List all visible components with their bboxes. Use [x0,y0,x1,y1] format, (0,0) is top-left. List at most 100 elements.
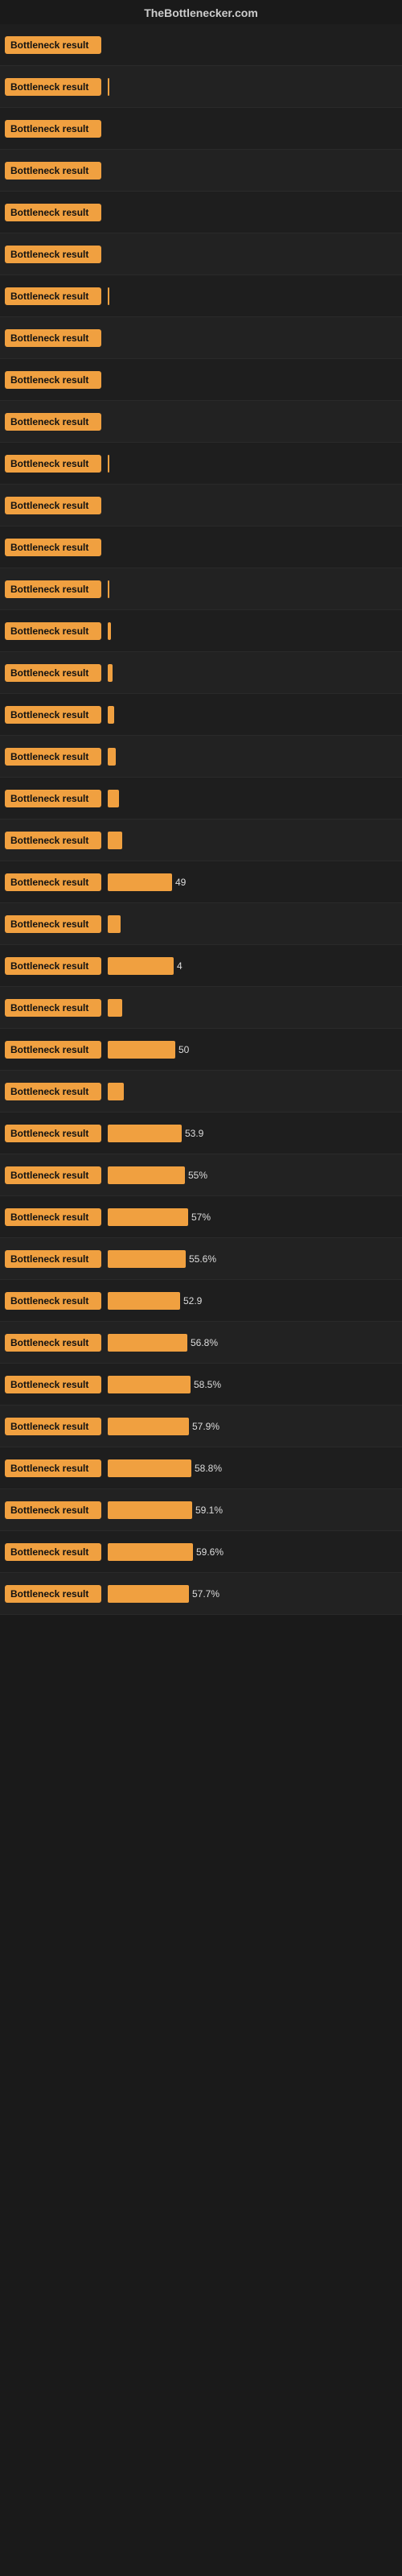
bar-container [108,413,397,431]
table-row: Bottleneck result [0,66,402,108]
bottleneck-label: Bottleneck result [5,915,101,933]
bar-value: 59.6% [196,1546,224,1558]
bar-container [108,371,397,389]
bar-container [108,915,397,933]
table-row: Bottleneck result 59.1% [0,1489,402,1531]
results-list: Bottleneck resultBottleneck resultBottle… [0,24,402,1615]
table-row: Bottleneck result [0,568,402,610]
bottleneck-label: Bottleneck result [5,1543,101,1561]
bar-container: 59.1% [108,1501,397,1519]
bar [108,957,174,975]
bar-container [108,664,397,682]
bar-container: 59.6% [108,1543,397,1561]
bar [108,287,109,305]
table-row: Bottleneck result [0,694,402,736]
bar-container [108,1083,397,1100]
bar [108,580,109,598]
bottleneck-label: Bottleneck result [5,120,101,138]
bar [108,1585,189,1603]
bar-container: 52.9 [108,1292,397,1310]
bottleneck-label: Bottleneck result [5,790,101,807]
bottleneck-label: Bottleneck result [5,1334,101,1352]
bar [108,915,121,933]
bar [108,1376,191,1393]
table-row: Bottleneck result 49 [0,861,402,903]
bar [108,1125,182,1142]
bar [108,1418,189,1435]
bar [108,1501,192,1519]
table-row: Bottleneck result [0,192,402,233]
bar-container [108,580,397,598]
bar-container [108,706,397,724]
bar-value: 55.6% [189,1253,216,1265]
table-row: Bottleneck result [0,778,402,819]
bar-container: 4 [108,957,397,975]
bar [108,999,122,1017]
bar-container: 53.9 [108,1125,397,1142]
bottleneck-label: Bottleneck result [5,622,101,640]
table-row: Bottleneck result58.5% [0,1364,402,1406]
table-row: Bottleneck result [0,485,402,526]
bottleneck-label: Bottleneck result [5,748,101,766]
bar-value: 53.9 [185,1128,203,1139]
table-row: Bottleneck result [0,233,402,275]
table-row: Bottleneck result [0,1071,402,1113]
bottleneck-label: Bottleneck result [5,204,101,221]
bar-container [108,78,397,96]
bar-container [108,36,397,54]
bottleneck-label: Bottleneck result [5,1585,101,1603]
bottleneck-label: Bottleneck result [5,162,101,180]
bar-container [108,748,397,766]
table-row: Bottleneck result [0,903,402,945]
bar [108,455,109,473]
bottleneck-label: Bottleneck result [5,371,101,389]
bar-container: 49 [108,873,397,891]
bottleneck-label: Bottleneck result [5,1501,101,1519]
bottleneck-label: Bottleneck result [5,1125,101,1142]
table-row: Bottleneck result 57.7% [0,1573,402,1615]
bar-container [108,832,397,849]
bar [108,748,116,766]
bar [108,664,113,682]
bar-container: 57% [108,1208,397,1226]
bar [108,1334,187,1352]
table-row: Bottleneck result 52.9 [0,1280,402,1322]
table-row: Bottleneck result57.9% [0,1406,402,1447]
table-row: Bottleneck result 56.8% [0,1322,402,1364]
table-row: Bottleneck result4 [0,945,402,987]
bar [108,1543,193,1561]
table-row: Bottleneck result [0,108,402,150]
bottleneck-label: Bottleneck result [5,1083,101,1100]
bar [108,790,119,807]
bottleneck-label: Bottleneck result [5,1418,101,1435]
bar-value: 57% [191,1212,211,1223]
bar-container: 57.7% [108,1585,397,1603]
bar-value: 55% [188,1170,207,1181]
table-row: Bottleneck result55% [0,1154,402,1196]
table-row: Bottleneck result57% [0,1196,402,1238]
bar [108,1041,175,1059]
bar-container [108,999,397,1017]
bar [108,706,114,724]
table-row: Bottleneck result 59.6% [0,1531,402,1573]
bottleneck-label: Bottleneck result [5,1041,101,1059]
bar-container: 50 [108,1041,397,1059]
bottleneck-label: Bottleneck result [5,1292,101,1310]
bottleneck-label: Bottleneck result [5,455,101,473]
table-row: Bottleneck result [0,359,402,401]
bar-container [108,790,397,807]
bottleneck-label: Bottleneck result [5,580,101,598]
bar [108,1208,188,1226]
bottleneck-label: Bottleneck result [5,832,101,849]
bar [108,832,122,849]
bar [108,873,172,891]
bar-container [108,162,397,180]
bar-container [108,329,397,347]
bar-value: 58.8% [195,1463,222,1474]
table-row: Bottleneck result [0,401,402,443]
bottleneck-label: Bottleneck result [5,329,101,347]
table-row: Bottleneck result [0,443,402,485]
bar [108,78,109,96]
bottleneck-label: Bottleneck result [5,873,101,891]
bar-container: 56.8% [108,1334,397,1352]
